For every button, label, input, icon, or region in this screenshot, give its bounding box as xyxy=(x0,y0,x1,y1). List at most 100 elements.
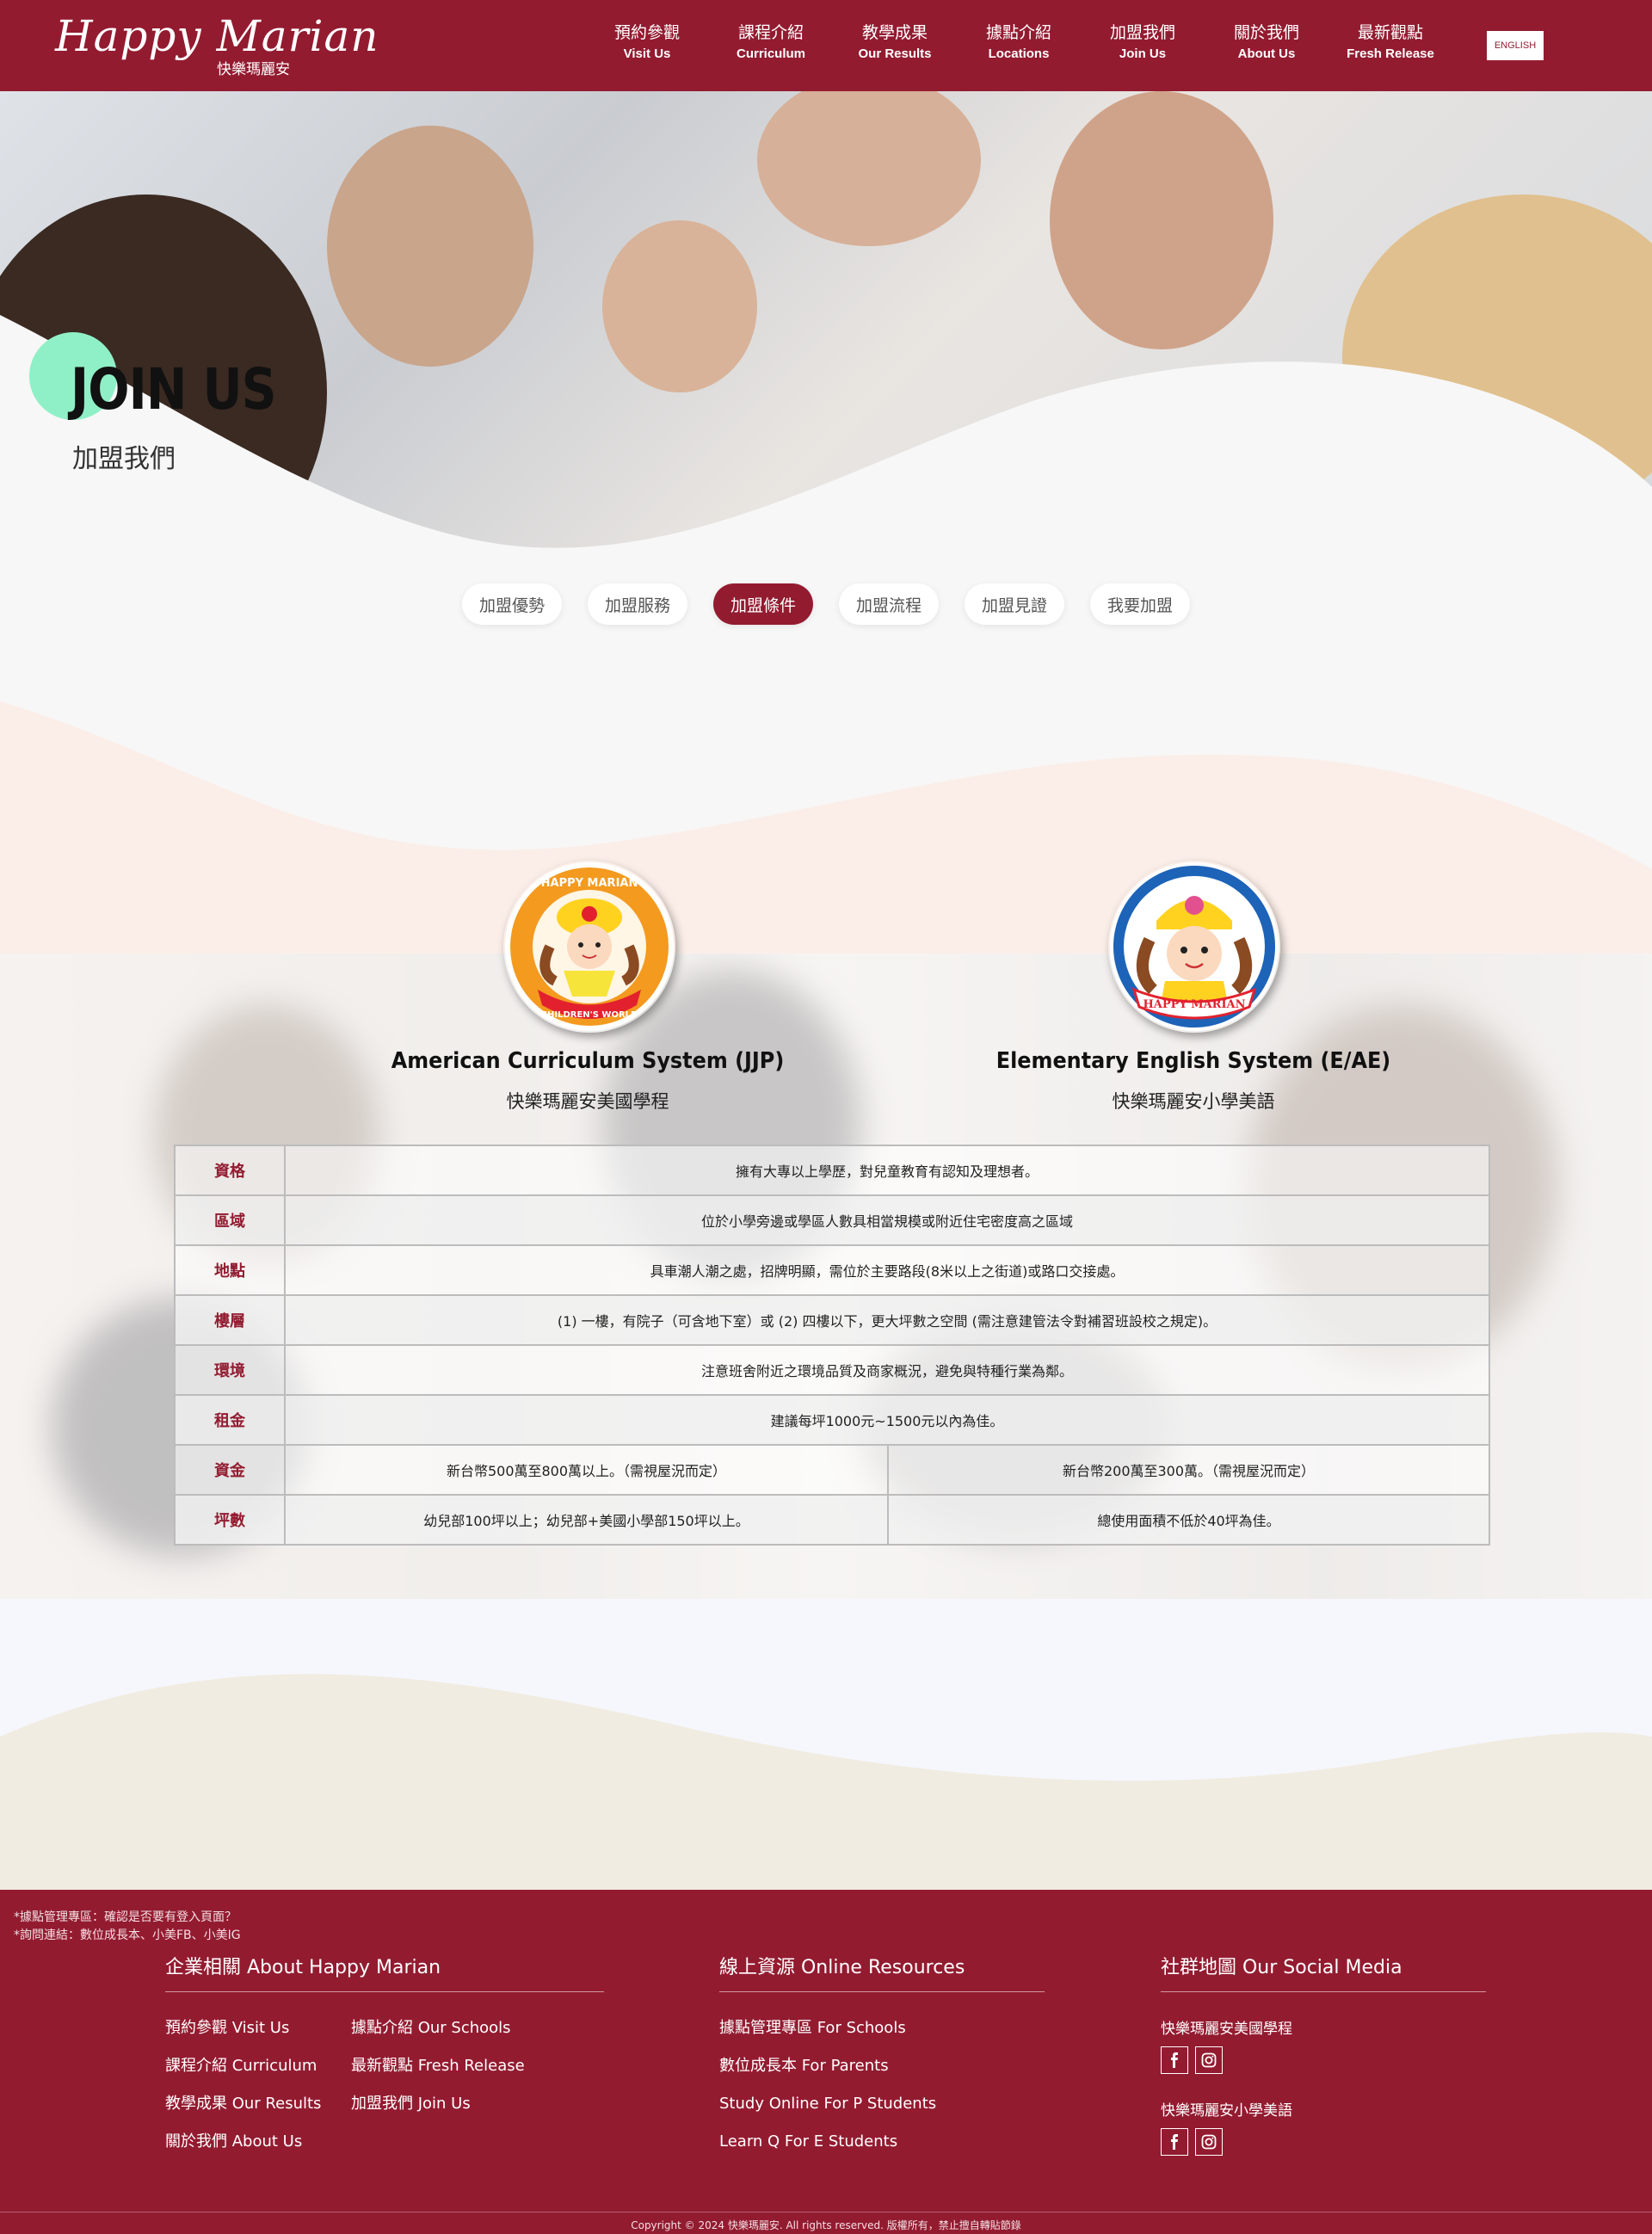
nav-label-zh: 據點介紹 xyxy=(985,23,1051,42)
table-row: 區域 位於小學旁邊或學區人數具相當規模或附近住宅密度高之區域 xyxy=(174,1194,1490,1246)
footer-social-title: 社群地圖 Our Social Media xyxy=(1161,1952,1486,1992)
nav-label-zh: 加盟我們 xyxy=(1109,23,1175,42)
row-value: 位於小學旁邊或學區人數具相當規模或附近住宅密度高之區域 xyxy=(284,1194,1490,1246)
row-label: 樓層 xyxy=(174,1294,286,1346)
tab-advantages[interactable]: 加盟優勢 xyxy=(461,583,562,625)
social-group-label: 快樂瑪麗安小學美語 xyxy=(1161,2102,1292,2120)
row-value-jjp: 新台幣500萬至800萬以上。（需視屋況而定） xyxy=(284,1444,889,1496)
footer-link-about[interactable]: 關於我們 About Us xyxy=(165,2123,351,2161)
table-row: 資金 新台幣500萬至800萬以上。（需視屋況而定） 新台幣200萬至300萬。（需… xyxy=(174,1444,1490,1496)
instagram-icon[interactable] xyxy=(1195,2046,1223,2074)
nav-label-zh: 關於我們 xyxy=(1233,23,1299,42)
page-title: JOIN US xyxy=(71,356,277,423)
eae-system-title: Elementary English System (E/AE) xyxy=(996,1048,1391,1074)
table-row: 坪數 幼兒部100坪以上；幼兒部+美國小學部150坪以上。 總使用面積不低於40坪為… xyxy=(174,1494,1490,1546)
tab-services[interactable]: 加盟服務 xyxy=(587,583,687,625)
nav-item-join[interactable]: 加盟我們 Join Us xyxy=(1081,21,1205,64)
eae-badge: HAPPY MARIAN xyxy=(1108,861,1280,1033)
facebook-icon[interactable] xyxy=(1161,2128,1188,2156)
instagram-icon[interactable] xyxy=(1195,2128,1223,2156)
copyright-text: Copyright © 2024 快樂瑪麗安. All rights reser… xyxy=(0,2212,1652,2232)
footer-about-links: 預約參觀 Visit Us 據點介紹 Our Schools 課程介紹 Curr… xyxy=(165,2009,604,2161)
footer-link-results[interactable]: 教學成果 Our Results xyxy=(165,2085,351,2123)
nav-label-en: Visit Us xyxy=(623,46,671,61)
table-row: 樓層 (1) 一樓，有院子（可含地下室）或 (2) 四樓以下，更大坪數之空間 (需… xyxy=(174,1294,1490,1346)
nav-label-en: Fresh Release xyxy=(1347,46,1434,61)
footer-link-visit[interactable]: 預約參觀 Visit Us xyxy=(165,2009,351,2047)
footer-link-study-online[interactable]: Study Online For P Students xyxy=(719,2085,1045,2123)
row-label: 區域 xyxy=(174,1194,286,1246)
footer-link-for-parents[interactable]: 數位成長本 For Parents xyxy=(719,2047,1045,2085)
site-footer: *據點管理專區：確認是否要有登入頁面？ *詢問連結：數位成長本、小美FB、小美I… xyxy=(0,1890,1652,2234)
footer-about-column: 企業相關 About Happy Marian 預約參觀 Visit Us 據點… xyxy=(165,1952,604,2161)
row-value-eae: 新台幣200萬至300萬。（需視屋況而定） xyxy=(887,1444,1490,1496)
cream-wave-background xyxy=(0,1599,1652,1890)
nav-item-about[interactable]: 關於我們 About Us xyxy=(1205,21,1328,64)
footer-online-links: 據點管理專區 For Schools 數位成長本 For Parents Stu… xyxy=(719,2009,1045,2161)
nav-label-en: Curriculum xyxy=(736,46,805,61)
site-logo[interactable]: Happy Marian 快樂瑪麗安 xyxy=(55,11,379,78)
jjp-badge: HAPPY MARIAN CHILDREN'S WORLD xyxy=(503,861,675,1033)
row-label: 資格 xyxy=(174,1145,286,1196)
nav-label-zh: 預約參觀 xyxy=(613,23,680,42)
main-nav: 預約參觀 Visit Us 課程介紹 Curriculum 教學成果 Our Resu… xyxy=(585,21,1452,64)
footer-online-column: 線上資源 Online Resources 據點管理專區 For Schools… xyxy=(719,1952,1045,2161)
jjp-badge-image: HAPPY MARIAN CHILDREN'S WORLD xyxy=(505,862,674,1031)
row-value-jjp: 幼兒部100坪以上；幼兒部+美國小學部150坪以上。 xyxy=(284,1494,889,1546)
nav-item-results[interactable]: 教學成果 Our Results xyxy=(833,21,957,64)
nav-item-curriculum[interactable]: 課程介紹 Curriculum xyxy=(709,21,833,64)
badge-bottom-text: CHILDREN'S WORLD xyxy=(541,1010,638,1020)
row-value: (1) 一樓，有院子（可含地下室）或 (2) 四樓以下，更大坪數之空間 (需注意… xyxy=(284,1294,1490,1346)
row-label: 資金 xyxy=(174,1444,286,1496)
tab-conditions[interactable]: 加盟條件 xyxy=(712,583,813,625)
nav-item-fresh-release[interactable]: 最新觀點 Fresh Release xyxy=(1328,21,1452,64)
tab-testimonials[interactable]: 加盟見證 xyxy=(965,583,1065,625)
facebook-icon[interactable] xyxy=(1161,2046,1188,2074)
section-tabs: 加盟優勢 加盟服務 加盟條件 加盟流程 加盟見證 我要加盟 xyxy=(0,583,1652,625)
footer-note: *據點管理專區：確認是否要有登入頁面？ xyxy=(14,1910,237,1924)
eae-badge-image: HAPPY MARIAN xyxy=(1110,862,1279,1031)
nav-label-en: Locations xyxy=(988,46,1050,61)
row-label: 租金 xyxy=(174,1394,286,1446)
nav-label-en: Our Results xyxy=(858,46,932,61)
social-row xyxy=(1161,2046,1486,2074)
footer-link-curriculum[interactable]: 課程介紹 Curriculum xyxy=(165,2047,351,2085)
hero-wave xyxy=(0,315,1652,573)
badge-ribbon-text: HAPPY MARIAN xyxy=(1143,998,1245,1011)
peach-wave-background xyxy=(0,654,1652,964)
site-header: Happy Marian 快樂瑪麗安 預約參觀 Visit Us 課程介紹 Curr… xyxy=(0,0,1652,91)
social-row xyxy=(1161,2128,1486,2156)
row-value: 注意班舍附近之環境品質及商家概況，避免與特種行業為鄰。 xyxy=(284,1344,1490,1396)
page-subtitle: 加盟我們 xyxy=(72,444,176,474)
jjp-system-title: American Curriculum System (JJP) xyxy=(391,1048,785,1074)
nav-item-visit[interactable]: 預約參觀 Visit Us xyxy=(585,21,709,64)
nav-label-en: Join Us xyxy=(1119,46,1167,61)
logo-wordmark: Happy Marian xyxy=(55,11,379,61)
badge-top-text: HAPPY MARIAN xyxy=(541,877,638,890)
logo-subtitle: 快樂瑪麗安 xyxy=(217,61,290,78)
row-value: 具車潮人潮之處，招牌明顯，需位於主要路段(8米以上之街道)或路口交接處。 xyxy=(284,1244,1490,1296)
footer-link-learn-q[interactable]: Learn Q For E Students xyxy=(719,2123,1045,2161)
tab-apply[interactable]: 我要加盟 xyxy=(1090,583,1191,625)
nav-label-zh: 課程介紹 xyxy=(737,23,804,42)
row-value: 擁有大專以上學歷，對兒童教育有認知及理想者。 xyxy=(284,1145,1490,1196)
hero-banner: JOIN US 加盟我們 xyxy=(0,91,1652,573)
footer-online-title: 線上資源 Online Resources xyxy=(719,1952,1045,1992)
nav-item-locations[interactable]: 據點介紹 Locations xyxy=(957,21,1081,64)
nav-label-zh: 教學成果 xyxy=(861,23,928,42)
footer-note: *詢問連結：數位成長本、小美FB、小美IG xyxy=(14,1929,241,1942)
table-row: 地點 具車潮人潮之處，招牌明顯，需位於主要路段(8米以上之街道)或路口交接處。 xyxy=(174,1244,1490,1296)
tab-process[interactable]: 加盟流程 xyxy=(839,583,940,625)
footer-link-for-schools[interactable]: 據點管理專區 For Schools xyxy=(719,2009,1045,2047)
footer-link-fresh-release[interactable]: 最新觀點 Fresh Release xyxy=(351,2047,592,2085)
footer-about-title: 企業相關 About Happy Marian xyxy=(165,1952,604,1992)
table-row: 租金 建議每坪1000元~1500元以內為佳。 xyxy=(174,1394,1490,1446)
eae-system-subtitle: 快樂瑪麗安小學美語 xyxy=(1112,1091,1275,1112)
footer-link-schools[interactable]: 據點介紹 Our Schools xyxy=(351,2009,592,2047)
nav-label-en: About Us xyxy=(1237,46,1296,61)
language-button[interactable]: ENGLISH xyxy=(1487,31,1544,60)
table-row: 資格 擁有大專以上學歷，對兒童教育有認知及理想者。 xyxy=(174,1145,1490,1196)
row-label: 坪數 xyxy=(174,1494,286,1546)
row-value: 建議每坪1000元~1500元以內為佳。 xyxy=(284,1394,1490,1446)
footer-link-join[interactable]: 加盟我們 Join Us xyxy=(351,2085,592,2123)
